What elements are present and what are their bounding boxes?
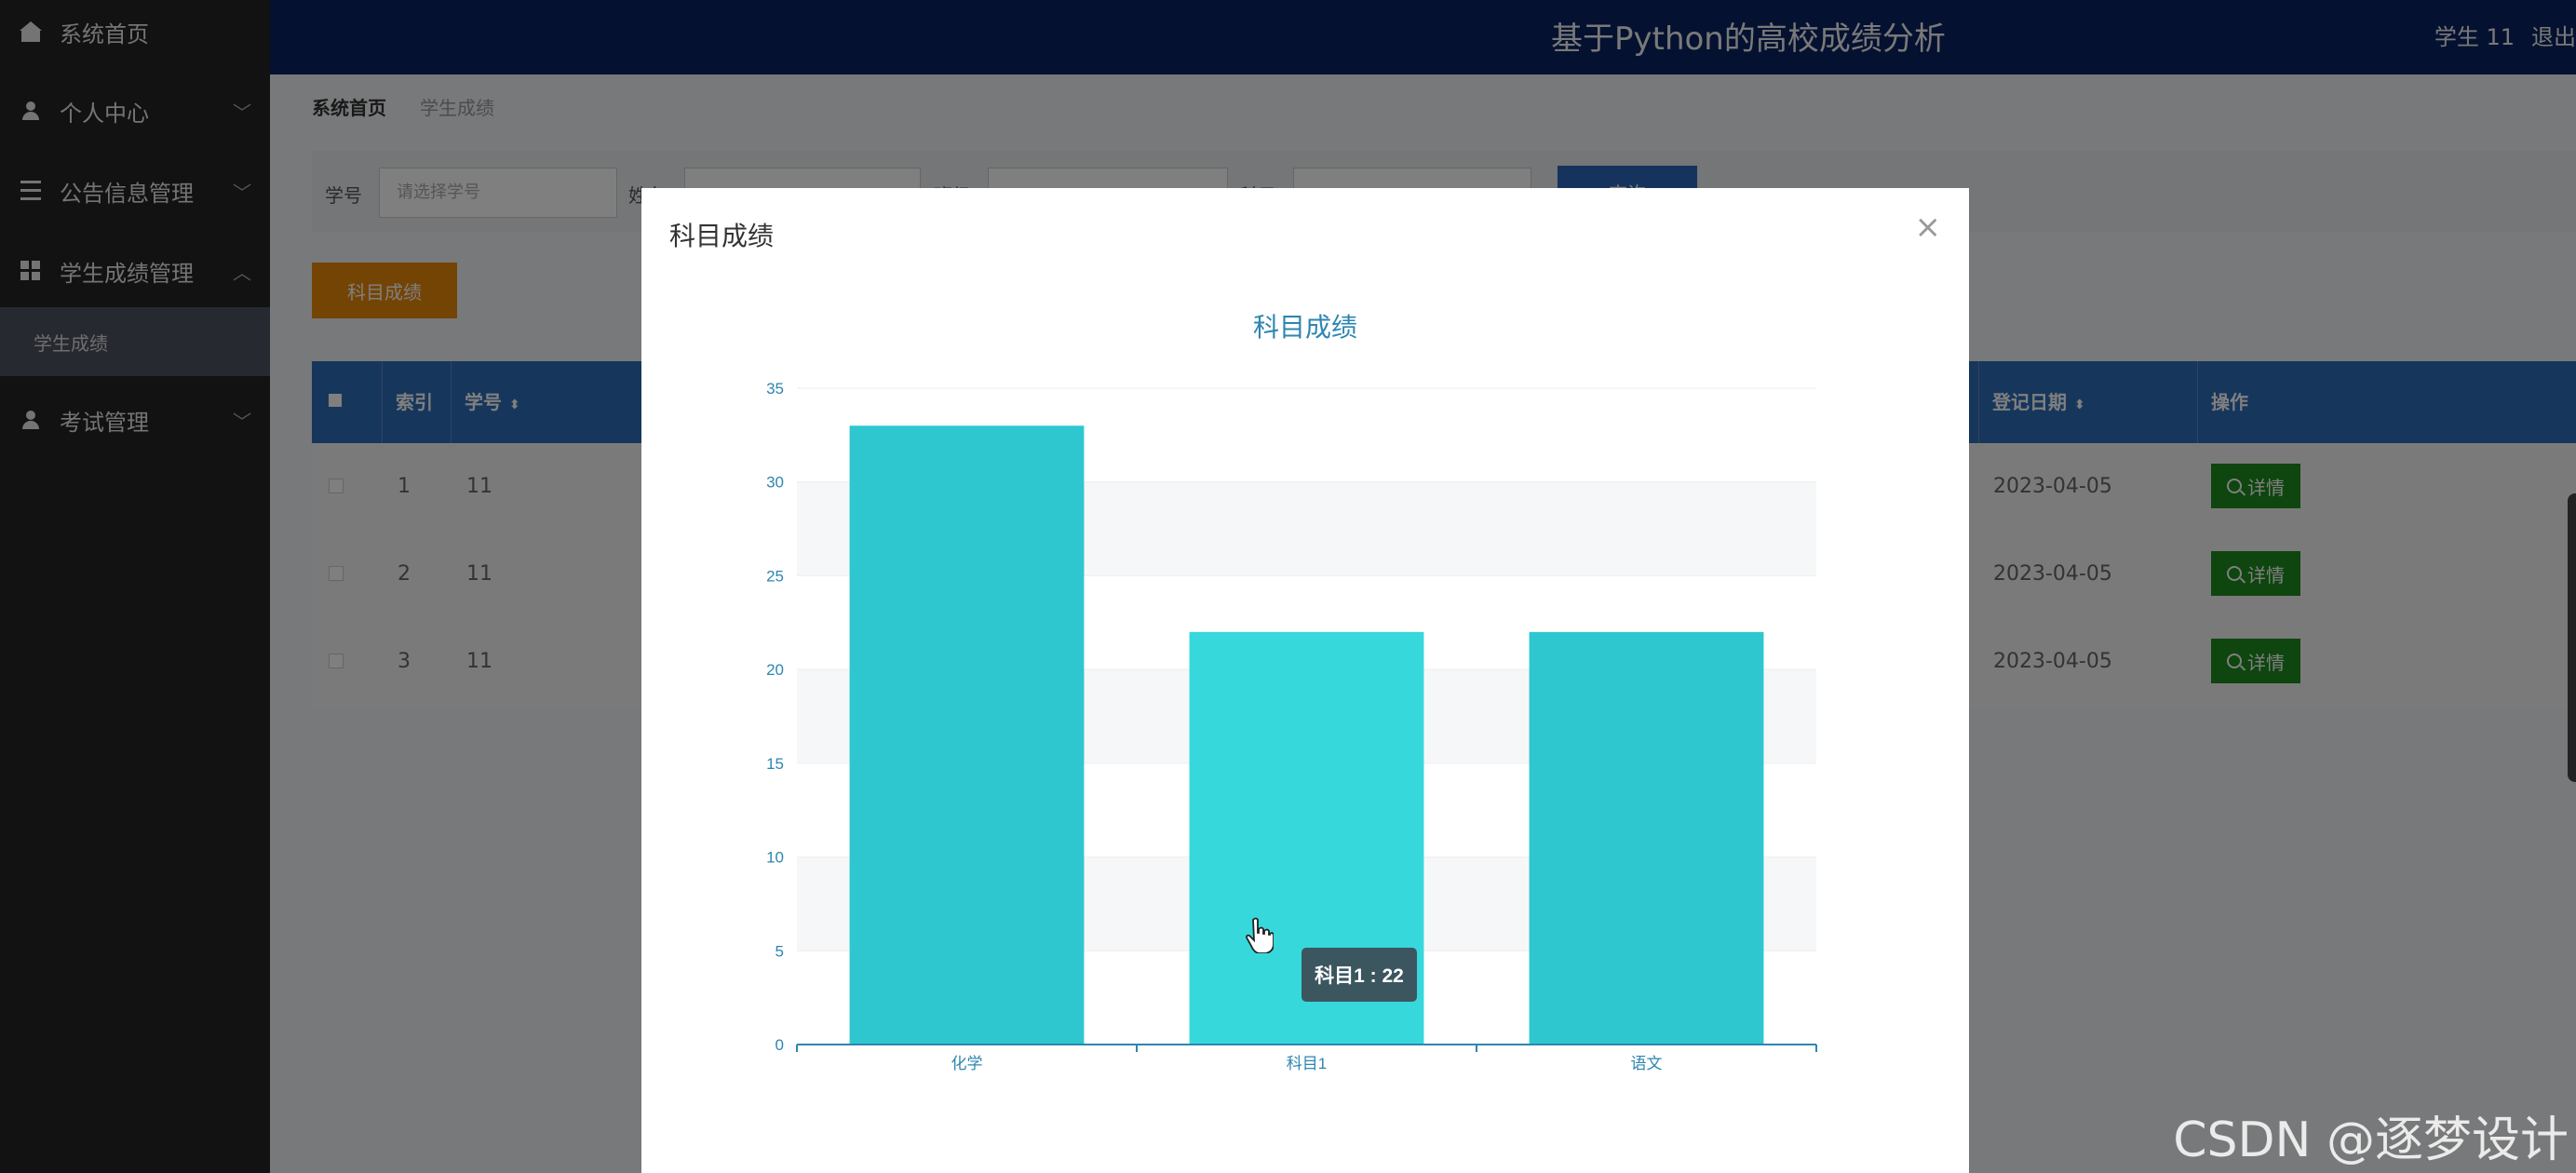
x-tick-label: 化学 <box>951 1055 983 1072</box>
y-tick-label: 25 <box>766 567 784 585</box>
y-tick-label: 10 <box>766 849 784 867</box>
y-tick-label: 5 <box>775 942 784 960</box>
y-tick-label: 20 <box>766 661 784 679</box>
csdn-watermark: CSDN @逐梦设计 <box>2173 1112 2569 1168</box>
chart-modal: 科目成绩 × 科目成绩 0 5 10 15 20 25 30 35 化学 科目1 语文 科目1 : 2… <box>641 188 1969 1173</box>
y-tick-label: 30 <box>766 474 784 492</box>
x-tick-label: 语文 <box>1631 1055 1663 1072</box>
y-tick-label: 15 <box>766 755 784 773</box>
hand-cursor-icon <box>1246 917 1274 953</box>
bar-chart: 0 5 10 15 20 25 30 35 化学 科目1 语文 科目1 : 22 <box>766 380 1817 1072</box>
bar-语文 <box>1529 631 1764 1045</box>
side-scroll-handle[interactable] <box>2568 493 2576 782</box>
chart-tooltip-text: 科目1 : 22 <box>1315 964 1404 987</box>
bar-化学 <box>849 425 1085 1045</box>
x-tick-label: 科目1 <box>1287 1055 1327 1072</box>
y-tick-label: 35 <box>766 380 784 398</box>
y-tick-label: 0 <box>775 1036 784 1054</box>
